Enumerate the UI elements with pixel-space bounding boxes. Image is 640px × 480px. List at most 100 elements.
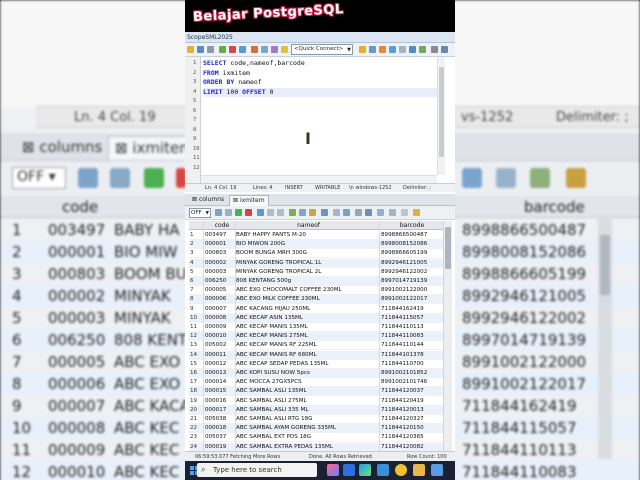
grid-vertical-scrollbar[interactable] (443, 221, 452, 451)
execute-icon[interactable] (359, 46, 366, 53)
refresh-icon[interactable] (239, 46, 246, 53)
code-line[interactable] (203, 107, 437, 116)
export-icon[interactable] (309, 209, 316, 216)
import-icon[interactable] (419, 46, 426, 53)
export-icon[interactable] (409, 46, 416, 53)
chrome-icon[interactable] (395, 464, 407, 476)
column-header-nameof[interactable]: nameof (236, 222, 381, 229)
rollback-icon[interactable] (399, 46, 406, 53)
lightning-icon[interactable] (281, 46, 288, 53)
bookmark-icon[interactable] (271, 46, 278, 53)
print-icon[interactable] (207, 46, 214, 53)
tab-ixmitem[interactable]: ⊠ ixmitem (229, 195, 269, 206)
grid-icon[interactable] (321, 209, 328, 216)
table-row[interactable]: 23 005037 ABC SAMBAL EXT PDS 18G 7118441203… (189, 433, 443, 443)
code-line[interactable] (203, 145, 437, 154)
connect-icon[interactable] (219, 46, 226, 53)
quick-connect-select[interactable]: <Quick Connect> ▼ (291, 44, 353, 55)
prev-icon[interactable] (277, 209, 284, 216)
last-icon[interactable] (299, 209, 306, 216)
history-icon[interactable] (261, 46, 268, 53)
result-grid[interactable]: code nameof barcode 1 003497 BABY HAPPY PA… (189, 221, 443, 451)
table-icon[interactable] (365, 209, 372, 216)
code-line[interactable] (203, 126, 437, 135)
table-row[interactable]: 21 005038 ABC SAMBAL ASLI RTG 18G 711844120… (189, 415, 443, 424)
text-view-icon[interactable] (333, 209, 340, 216)
code-line[interactable] (203, 116, 437, 125)
column-header-code[interactable]: code (207, 222, 237, 229)
table-row[interactable]: 15 000012 ABC KECAP SEDAP PEDAS 135ML 71184… (189, 360, 443, 369)
table-row[interactable]: 16 000013 ABC KOPI SUSU NOW 5pcs 8991002101… (189, 369, 443, 378)
options-icon[interactable] (401, 209, 408, 216)
file-explorer-icon[interactable] (413, 464, 425, 476)
code-line[interactable]: SELECT code,nameof,barcode (203, 59, 437, 68)
taskbar-app-icon[interactable] (327, 464, 339, 476)
table-row[interactable]: 9 000007 ABC KACANG HIJAU 250ML 71184416241… (189, 305, 443, 314)
disconnect-icon[interactable] (229, 46, 236, 53)
delete-row-icon[interactable] (245, 209, 252, 216)
bg-col-barcode: barcode (524, 198, 585, 216)
first-icon[interactable] (267, 209, 274, 216)
filter-icon[interactable] (225, 209, 232, 216)
table-row[interactable]: 3 000803 BOOM BUNGA MRH 300G 8998866605199 (189, 249, 443, 259)
off-select[interactable]: OFF ▼ (189, 208, 211, 218)
code-line[interactable] (203, 154, 437, 163)
table-row[interactable]: 4 000002 MINYAK GORENG TROPICAL 1L 89929461… (189, 258, 443, 268)
tab-columns[interactable]: ⊠ columns (189, 195, 227, 206)
code-line[interactable]: ORDER BY nameof (203, 78, 437, 87)
pen-icon[interactable] (413, 209, 420, 216)
table-row[interactable]: 8 000006 ABC EXO MILK COFFEE 230ML 89910021… (189, 295, 443, 305)
stop-icon[interactable] (251, 46, 258, 53)
taskbar-search-input[interactable]: ⌕ Type here to search (197, 463, 317, 477)
table-row[interactable]: 5 000003 MINYAK GORENG TROPICAL 2L 89929461… (189, 268, 443, 277)
add-row-icon[interactable] (235, 209, 242, 216)
table-row[interactable]: 1 003497 BABY HAPPY PANTS M-20 899886650048… (189, 231, 443, 240)
table-row[interactable]: 14 000011 ABC KECAP MANIS RF 680ML 71184410… (189, 350, 443, 360)
format-icon[interactable] (379, 46, 386, 53)
copy-icon[interactable] (343, 209, 350, 216)
bg-cell-name: ABC EXO (114, 375, 181, 393)
cell-barcode: 8991002122000 (381, 287, 428, 294)
code-line[interactable] (203, 97, 437, 106)
editor-vertical-scrollbar[interactable] (437, 57, 445, 175)
taskbar-app-icon[interactable] (343, 464, 355, 476)
taskbar-app-icon[interactable] (377, 464, 389, 476)
editor-horizontal-scrollbar[interactable] (201, 175, 437, 183)
table-row[interactable]: 10 000008 ABC KECAP ASIN 135ML 711844115057 (189, 313, 443, 323)
code-line[interactable]: FROM ixmitem (203, 69, 437, 78)
cell-barcode: 8998866500487 (381, 232, 428, 238)
paste-icon[interactable] (355, 209, 362, 216)
next-icon[interactable] (289, 209, 296, 216)
table-row[interactable]: 2 000001 BIO MIWON 200G 8998008152086 (189, 240, 443, 250)
taskbar-app-icon[interactable] (431, 464, 443, 476)
bg-cell-code: 003497 (48, 221, 106, 239)
table-row[interactable]: 17 000014 ABC MOCCA 27GX5PCS 8991002101746 (189, 378, 443, 388)
table-row[interactable]: 24 000019 ABC SAMBAL EXTRA PEDAS 135ML 7118… (189, 442, 443, 451)
chart-icon[interactable] (377, 209, 384, 216)
open-icon[interactable] (187, 46, 194, 53)
table-row[interactable]: 19 000016 ABC SAMBAL ASLI 275ML 71184412041… (189, 397, 443, 406)
table-row[interactable]: 11 000009 ABC KECAP MANIS 135ML 71184411011… (189, 323, 443, 332)
code-line[interactable]: LIMIT 100 OFFSET 0 (203, 87, 437, 97)
table-row[interactable]: 18 000015 ABC SAMBAL ASLI 135ML 71184412003… (189, 387, 443, 397)
explain-icon[interactable] (369, 46, 376, 53)
table-row[interactable]: 22 000018 ABC SAMBAL AYAM GORENG 335ML 7118… (189, 424, 443, 434)
sql-editor[interactable]: 1 2 3 4 5 6 7 8 9 10 11 12 SELECT code,nameof,barco… (185, 57, 455, 183)
help-icon[interactable] (441, 46, 448, 53)
table-row[interactable]: 20 000017 ABC SAMBAL ASLI 335 ML 7118441200… (189, 405, 443, 415)
save-icon[interactable] (197, 46, 204, 53)
refresh-icon[interactable] (257, 209, 264, 216)
table-row[interactable]: 6 006250 808 KENTANG 500g 8997014719139 (189, 277, 443, 286)
table-row[interactable]: 12 000010 ABC KECAP MANIS 275ML 71184411008… (189, 332, 443, 342)
table-row[interactable]: 13 005002 ABC KECAP MANIS RF 225ML 71184411… (189, 341, 443, 351)
code-line[interactable] (203, 135, 437, 144)
save-icon[interactable] (215, 209, 222, 216)
copilot-icon[interactable] (359, 464, 371, 476)
table-row[interactable]: 7 000005 ABC EXO CHOCOMALT COFFEE 230ML 899… (189, 286, 443, 296)
settings-icon[interactable] (431, 46, 438, 53)
commit-icon[interactable] (389, 46, 396, 53)
columns-icon[interactable] (389, 209, 396, 216)
column-header-barcode[interactable]: barcode (381, 222, 443, 229)
bg-cell-code: 000007 (48, 397, 106, 415)
code-line[interactable] (203, 164, 437, 173)
